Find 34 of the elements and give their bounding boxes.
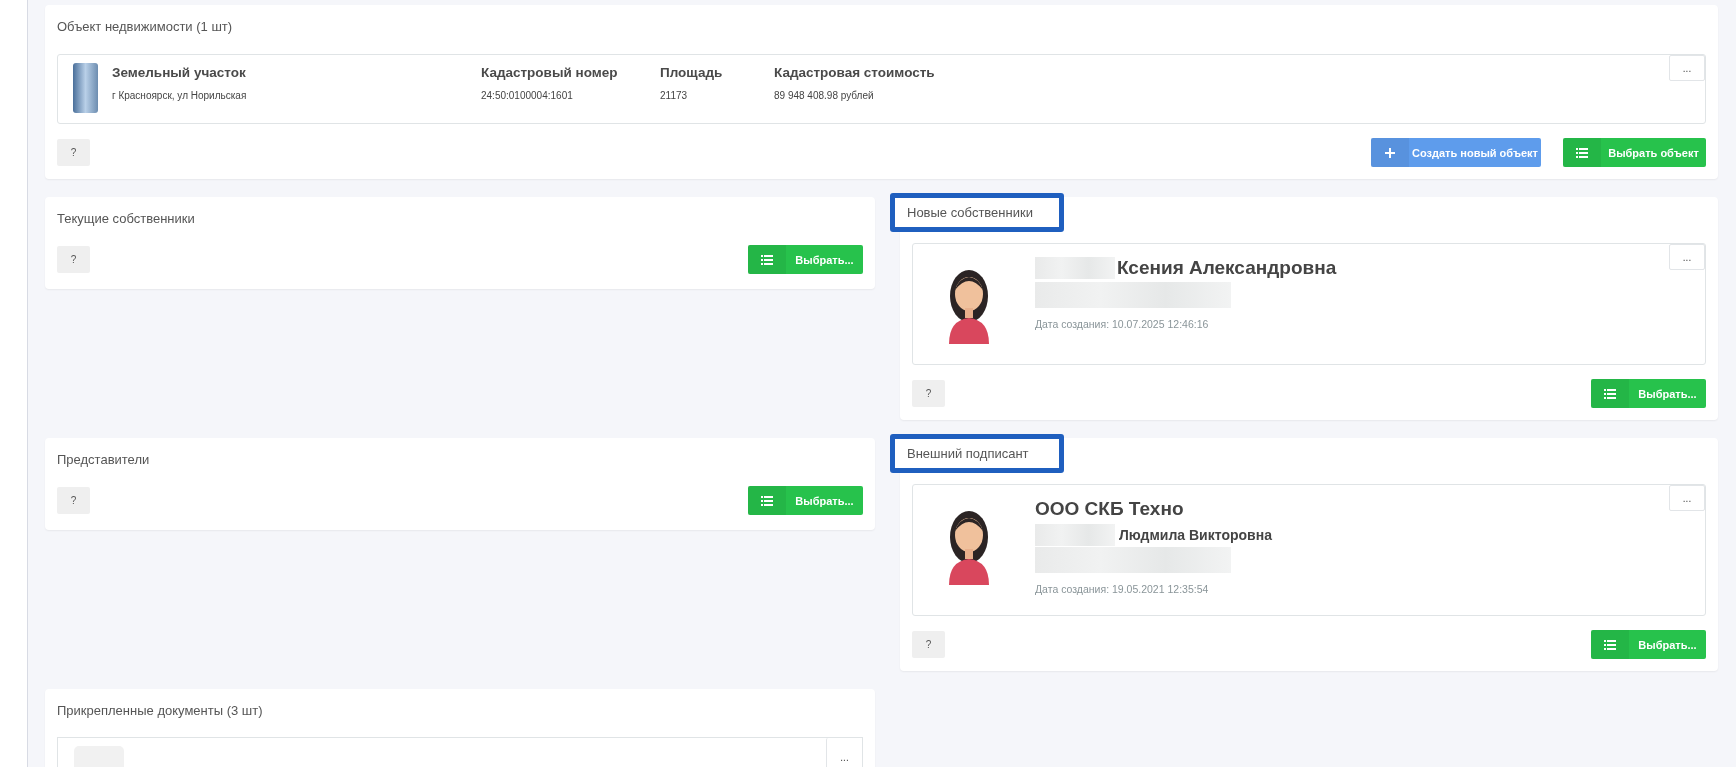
building-thumbnail [73, 63, 98, 113]
creation-date: Дата создания: 10.07.2025 12:46:16 [1035, 318, 1210, 330]
list-icon [1604, 388, 1616, 399]
help-button[interactable]: ? [57, 487, 90, 514]
list-icon [1576, 147, 1588, 158]
field-value: 89 948 408.98 рублей [774, 90, 875, 101]
section-title: Объект недвижимости (1 шт) [57, 19, 234, 36]
field-label: Кадастровая стоимость [774, 65, 936, 80]
field-label: Кадастровый номер [481, 65, 619, 80]
help-button[interactable]: ? [912, 631, 945, 658]
section-title: Внешний подписант [890, 434, 1064, 473]
contact-name: Ксения Александровна [1117, 256, 1337, 280]
section-title: Новые собственники [890, 193, 1064, 232]
creation-date: Дата создания: 19.05.2021 12:35:54 [1035, 583, 1210, 595]
help-button[interactable]: ? [912, 380, 945, 407]
contact-name: Людмила Викторовна [1119, 526, 1272, 545]
plus-icon [1385, 147, 1395, 158]
help-button[interactable]: ? [57, 139, 90, 166]
field-value: 21173 [660, 90, 689, 101]
list-icon [761, 254, 773, 265]
section-title: Прикрепленные документы (3 шт) [57, 703, 264, 720]
object-address: г Красноярск, ул Норильская [112, 90, 248, 101]
object-name: Земельный участок [112, 65, 247, 80]
list-icon [761, 495, 773, 506]
section-title: Представители [57, 452, 151, 469]
field-label: Площадь [660, 65, 724, 80]
contact-name: ООО СКБ Техно [1035, 497, 1184, 521]
section-title: Текущие собственники [57, 211, 196, 228]
more-button[interactable]: ... [1669, 485, 1705, 511]
help-button[interactable]: ? [57, 246, 90, 273]
field-value: 24:50:0100004:1601 [481, 90, 574, 101]
list-icon [1604, 639, 1616, 650]
more-button[interactable]: ... [1669, 244, 1705, 270]
more-button[interactable]: ... [1669, 55, 1705, 81]
